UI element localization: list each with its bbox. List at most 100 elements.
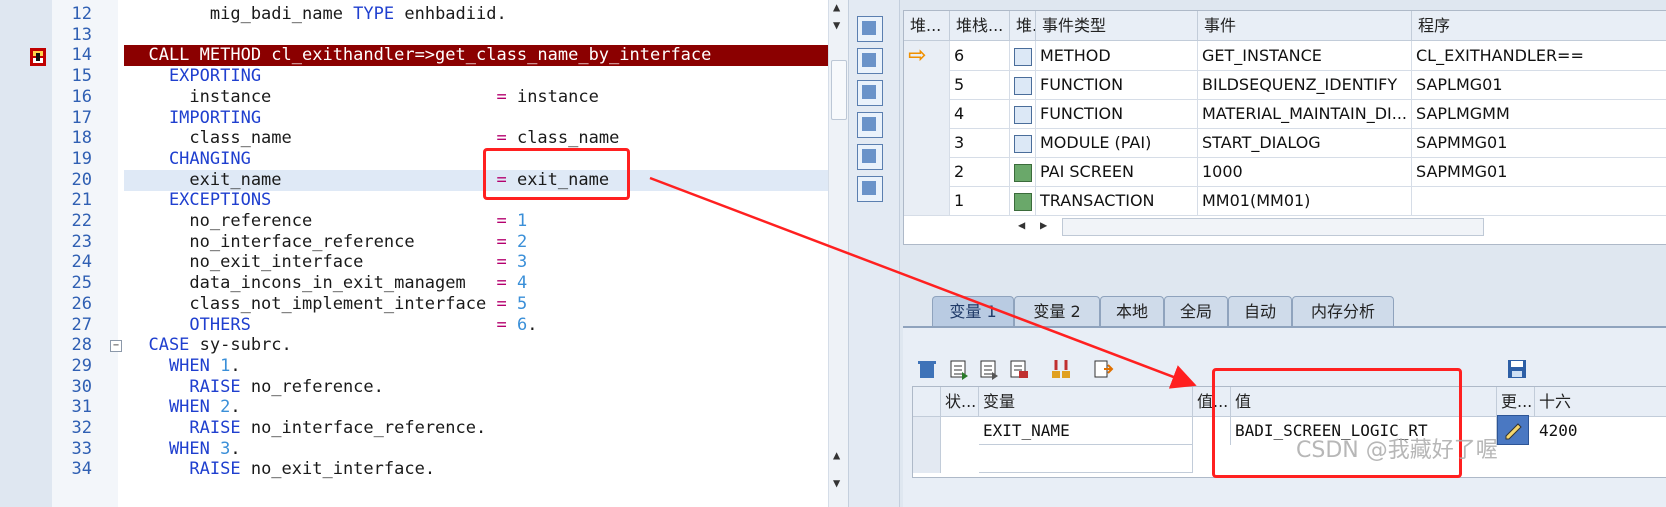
edit-pencil-icon[interactable] — [1497, 415, 1529, 445]
import-icon[interactable] — [1050, 358, 1072, 380]
scroll-up-arrow-icon[interactable]: ▲ — [833, 0, 840, 14]
code-text: instance = instance — [128, 86, 599, 108]
scroll-up-arrow-icon[interactable]: ▲ — [833, 448, 840, 462]
code-token: 5 — [516, 293, 528, 314]
stack-marker — [904, 157, 950, 186]
code-line[interactable]: 12 mig_badi_name TYPE enhbadiid. — [0, 4, 828, 25]
stack-row[interactable]: 2 PAI SCREEN 1000 SAPMMG01 — [904, 157, 1666, 187]
stack-row[interactable]: 5 FUNCTION BILDSEQUENZ_IDENTIFY SAPLMG01 — [904, 70, 1666, 100]
swap-tool-icon[interactable] — [857, 48, 883, 74]
tab-1[interactable]: 变量 1 — [932, 296, 1014, 327]
var-header-col[interactable]: 更... — [1497, 387, 1535, 417]
append-row-icon[interactable] — [978, 358, 1000, 380]
transfer-icon[interactable] — [1092, 358, 1114, 380]
editor-scroll-thumb[interactable] — [831, 60, 847, 120]
code-line[interactable]: 25 data_incons_in_exit_managem = 4 — [0, 273, 828, 294]
scroll-down-arrow-icon[interactable]: ▼ — [833, 476, 840, 490]
tab-3[interactable]: 本地 — [1100, 296, 1164, 327]
tab-5[interactable]: 自动 — [1228, 296, 1292, 327]
code-line[interactable]: 22 no_reference = 1 — [0, 211, 828, 232]
code-line[interactable]: 16 instance = instance — [0, 87, 828, 108]
code-token: 4 — [516, 273, 528, 294]
save-icon[interactable] — [1506, 358, 1528, 380]
line-number: 31 — [71, 397, 92, 418]
stack-program: SAPLMG01 — [1412, 70, 1666, 99]
variable-name-empty-field[interactable] — [979, 445, 1193, 473]
code-token: = — [496, 314, 507, 335]
reset-icon[interactable] — [857, 144, 883, 170]
stack-event: MM01(MM01) — [1198, 186, 1412, 215]
var-header-select[interactable] — [913, 387, 941, 417]
stack-horizontal-scrollbar[interactable] — [1062, 218, 1484, 236]
code-line[interactable]: 32 RAISE no_interface_reference. — [0, 418, 828, 439]
code-line[interactable]: 13 — [0, 25, 828, 46]
scroll-right-arrow-icon[interactable]: ▶ — [1040, 218, 1047, 232]
code-line[interactable]: 24 no_exit_interface = 3 — [0, 252, 828, 273]
stack-type-icon-cell — [1010, 128, 1036, 157]
stack-header-col[interactable]: 程序 — [1412, 11, 1666, 41]
code-line[interactable]: 31 WHEN 2. — [0, 397, 828, 418]
stack-row[interactable]: ⇨ 6 METHOD GET_INSTANCE CL_EXITHANDLER== — [904, 41, 1666, 71]
code-line[interactable]: 30 RAISE no_reference. — [0, 377, 828, 398]
code-line[interactable]: 33 WHEN 3. — [0, 439, 828, 460]
code-line[interactable]: 23 no_interface_reference = 2 — [0, 232, 828, 253]
var-header-col[interactable]: 状... — [941, 387, 979, 417]
method-icon — [1014, 47, 1032, 66]
debugger-toolbar — [848, 0, 900, 507]
code-token: TYPE — [353, 4, 395, 24]
code-line[interactable]: 29 WHEN 1. — [0, 356, 828, 377]
stack-header-col[interactable]: 堆... — [904, 11, 950, 41]
code-line[interactable]: 20 exit_name = exit_name — [72, 169, 828, 191]
code-line[interactable]: 18 class_name = class_name — [0, 128, 828, 149]
var-header-col[interactable]: 十六 — [1535, 387, 1666, 417]
settings-list-icon[interactable] — [1008, 358, 1030, 380]
maximize-icon[interactable] — [857, 80, 883, 106]
new-tool-icon[interactable] — [857, 16, 883, 42]
line-number: 28 — [71, 335, 92, 356]
code-token: class_name — [128, 128, 497, 149]
code-token: enhbadiid. — [394, 4, 507, 24]
code-line[interactable]: 26 class_not_implement_interface = 5 — [0, 294, 828, 315]
code-text: CHANGING — [128, 149, 251, 170]
row-selector[interactable] — [913, 417, 941, 445]
tab-4[interactable]: 全局 — [1164, 296, 1228, 327]
stack-header-col[interactable]: 事件类型 — [1036, 11, 1198, 41]
scroll-down-arrow-icon[interactable]: ▼ — [833, 18, 840, 32]
tab-2[interactable]: 变量 2 — [1014, 296, 1100, 327]
stack-row[interactable]: 3 MODULE (PAI) START_DIALOG SAPMMG01 — [904, 128, 1666, 158]
line-number: 27 — [71, 314, 92, 335]
resize-horizontal-icon[interactable] — [857, 112, 883, 138]
stack-header-col[interactable]: 事件 — [1198, 11, 1412, 41]
stack-row[interactable]: 4 FUNCTION MATERIAL_MAINTAIN_DI... SAPLMGMM — [904, 99, 1666, 129]
code-token: instance — [506, 86, 599, 107]
var-header-col[interactable]: 变量 — [979, 387, 1193, 417]
services-icon[interactable] — [857, 176, 883, 202]
line-number: 20 — [71, 169, 92, 190]
code-line[interactable]: 17 IMPORTING — [0, 108, 828, 129]
code-line[interactable]: 27 OTHERS = 6. — [0, 315, 828, 336]
tab-6[interactable]: 内存分析 — [1292, 296, 1394, 327]
code-line[interactable]: 14 CALL METHOD cl_exithandler=>get_class… — [72, 45, 828, 67]
line-number: 14 — [71, 45, 92, 66]
code-line[interactable]: 34 RAISE no_exit_interface. — [0, 459, 828, 480]
insert-row-icon[interactable] — [948, 358, 970, 380]
code-line[interactable]: 19 CHANGING — [0, 149, 828, 170]
breakpoint-icon[interactable] — [28, 47, 48, 67]
scroll-left-arrow-icon[interactable]: ◀ — [1018, 218, 1025, 232]
stack-header-col[interactable]: 堆... — [1010, 11, 1036, 41]
delete-icon[interactable] — [916, 358, 938, 380]
stack-type-icon-cell — [1010, 41, 1036, 70]
stack-event-type: TRANSACTION — [1036, 186, 1198, 215]
stack-header-col[interactable]: 堆栈... — [950, 11, 1010, 41]
code-line[interactable]: 21 EXCEPTIONS — [0, 190, 828, 211]
code-token: no_interface_reference — [128, 231, 497, 252]
stack-row[interactable]: 1 TRANSACTION MM01(MM01) — [904, 186, 1666, 216]
code-token: . — [230, 397, 241, 418]
fold-collapse-icon[interactable]: − — [110, 340, 122, 353]
code-line[interactable]: 28 CASE sy-subrc. − — [0, 335, 828, 356]
code-line[interactable]: 15 EXPORTING — [0, 66, 828, 87]
variable-name-field[interactable]: EXIT_NAME — [979, 417, 1193, 445]
row-selector[interactable] — [913, 445, 941, 473]
